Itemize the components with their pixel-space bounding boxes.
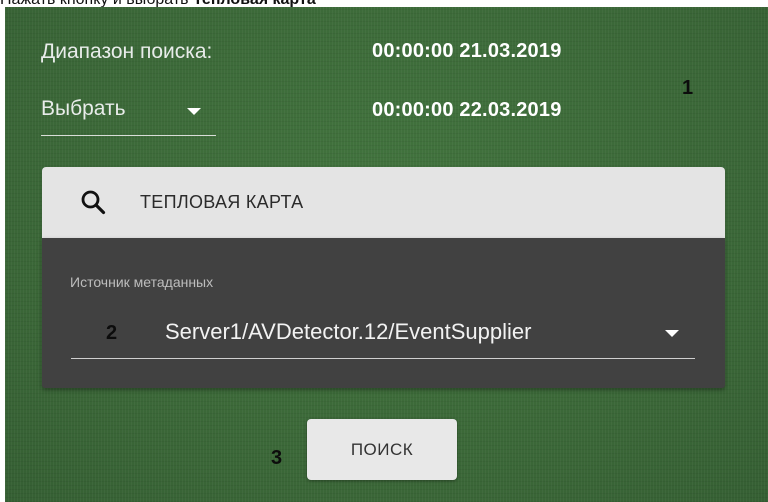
- metadata-source-card: Источник метаданных Server1/AVDetector.1…: [42, 238, 725, 388]
- period-select[interactable]: Выбрать: [41, 93, 216, 136]
- date-to[interactable]: 00:00:00 22.03.2019: [372, 99, 562, 122]
- search-panel: Диапазон поиска: 00:00:00 21.03.2019 Выб…: [5, 7, 768, 502]
- annotation-3: 3: [271, 447, 283, 469]
- heatmap-search-bar[interactable]: ТЕПЛОВАЯ КАРТА: [42, 167, 725, 238]
- range-label: Диапазон поиска:: [41, 40, 213, 63]
- search-icon: [81, 190, 106, 215]
- metadata-source-select[interactable]: Server1/AVDetector.12/EventSupplier: [71, 304, 695, 359]
- heatmap-search-label: ТЕПЛОВАЯ КАРТА: [140, 192, 304, 212]
- metadata-source-value: Server1/AVDetector.12/EventSupplier: [165, 319, 532, 344]
- period-select-label: Выбрать: [41, 97, 126, 120]
- metadata-source-label: Источник метаданных: [70, 274, 214, 290]
- chevron-down-icon: [187, 108, 201, 115]
- annotation-1: 1: [682, 77, 694, 99]
- search-button[interactable]: ПОИСК: [307, 419, 457, 480]
- annotation-2: 2: [106, 322, 118, 344]
- chevron-down-icon: [665, 330, 679, 337]
- date-from[interactable]: 00:00:00 21.03.2019: [372, 40, 562, 63]
